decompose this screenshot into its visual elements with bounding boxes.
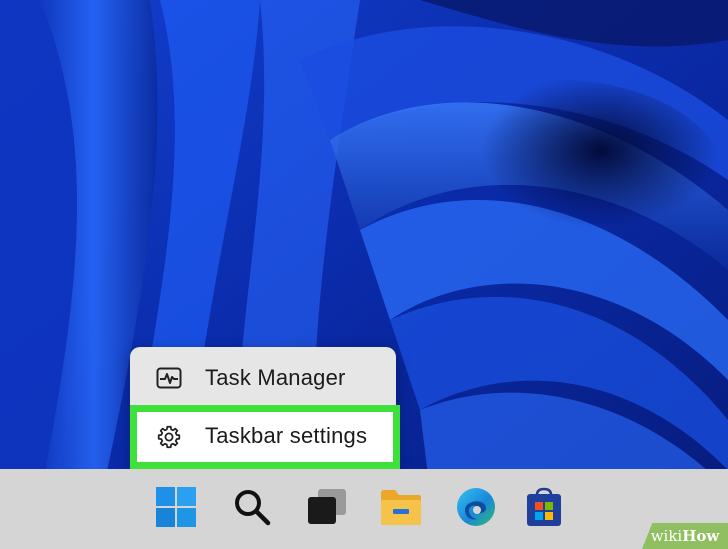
gear-icon xyxy=(156,424,182,449)
start-windows-icon[interactable] xyxy=(152,483,200,531)
microsoft-store-icon[interactable] xyxy=(520,483,568,531)
menu-item-label: Taskbar settings xyxy=(205,423,368,448)
watermark-prefix: wiki xyxy=(650,527,683,545)
task-view-icon[interactable] xyxy=(303,483,351,531)
wikihow-watermark: wiki How xyxy=(642,523,728,549)
edge-browser-icon[interactable] xyxy=(452,483,500,531)
menu-item-task-manager[interactable]: Task Manager xyxy=(130,349,396,407)
menu-item-label: Task Manager xyxy=(205,365,346,390)
file-explorer-icon[interactable] xyxy=(377,483,425,531)
task-manager-icon xyxy=(156,366,182,390)
menu-item-taskbar-settings[interactable]: Taskbar settings xyxy=(130,407,396,465)
taskbar xyxy=(0,469,728,549)
search-icon[interactable] xyxy=(228,483,276,531)
watermark-brand: How xyxy=(682,527,720,545)
